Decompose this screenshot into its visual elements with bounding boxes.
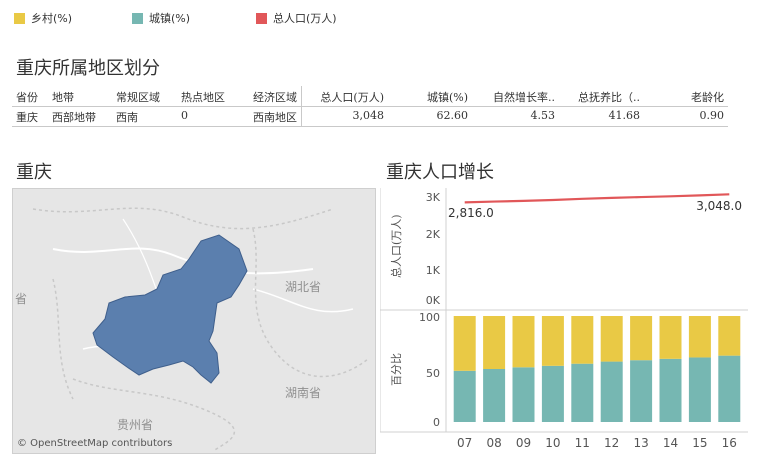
col-header-economic-region[interactable]: 经济区域 bbox=[253, 89, 297, 105]
bottom-axis-title: 百分比 bbox=[390, 353, 403, 386]
bar-rural-13[interactable] bbox=[630, 316, 653, 361]
cell-growth-rate: 4.53 bbox=[530, 109, 556, 122]
data-label-last: 3,048.0 bbox=[696, 199, 742, 213]
bar-rural-11[interactable] bbox=[571, 316, 594, 364]
cell-hotspot: 0 bbox=[181, 109, 188, 122]
bar-urban-14[interactable] bbox=[659, 358, 682, 422]
legend-item-rural[interactable]: 乡村(%) bbox=[14, 10, 72, 26]
legend-item-urban[interactable]: 城镇(%) bbox=[132, 10, 190, 26]
cell-dependency-ratio: 41.68 bbox=[608, 109, 641, 122]
top-tick-label: 1K bbox=[426, 264, 441, 277]
map-canvas[interactable]: 湖北省 湖南省 贵州省 省 © OpenStreetMap contributo… bbox=[13, 189, 375, 453]
top-tick-label: 0K bbox=[426, 294, 441, 307]
map-title: 重庆 bbox=[16, 162, 52, 183]
data-label-first: 2,816.0 bbox=[448, 206, 494, 220]
bar-rural-16[interactable] bbox=[718, 316, 741, 356]
legend-swatch-population bbox=[256, 12, 267, 24]
x-tick-label-15: 15 bbox=[692, 436, 707, 450]
region-table: 省份 地带 常规区域 热点地区 经济区域 总人口(万人) 城镇(%) 自然增长率… bbox=[12, 86, 728, 127]
legend-swatch-urban bbox=[132, 12, 143, 24]
top-axis-title: 总人口(万人) bbox=[389, 214, 403, 278]
map-panel[interactable]: 湖北省 湖南省 贵州省 省 © OpenStreetMap contributo… bbox=[12, 188, 376, 454]
bar-rural-10[interactable] bbox=[541, 316, 564, 366]
map-label-hunan: 湖南省 bbox=[285, 385, 321, 400]
cell-economic-region: 西南地区 bbox=[253, 111, 297, 124]
chart-canvas[interactable]: 总人口(万人) 百分比 3K 2K 1K 0K 100 50 0 07 08 09 1… bbox=[379, 188, 748, 463]
col-header-aging[interactable]: 老龄化 bbox=[652, 89, 724, 105]
population-line bbox=[464, 193, 730, 204]
col-header-province[interactable]: 省份 bbox=[16, 89, 38, 105]
section-title: 重庆所属地区划分 bbox=[16, 58, 160, 79]
cell-urban: 62.60 bbox=[436, 109, 469, 122]
bar-urban-13[interactable] bbox=[630, 360, 653, 422]
col-header-growth-rate[interactable]: 自然增长率.. bbox=[480, 89, 555, 105]
cell-region: 西南 bbox=[116, 111, 138, 124]
x-tick-label-07: 07 bbox=[457, 436, 472, 450]
stacked-bars bbox=[453, 316, 741, 422]
cell-aging: 0.90 bbox=[699, 109, 725, 122]
bottom-tick-label: 0 bbox=[433, 416, 440, 429]
population-line-path[interactable] bbox=[464, 193, 730, 204]
bar-rural-15[interactable] bbox=[688, 316, 711, 358]
top-tick-label: 3K bbox=[426, 191, 441, 204]
top-tick-label: 2K bbox=[426, 228, 441, 241]
bar-rural-14[interactable] bbox=[659, 316, 682, 359]
bottom-tick-label: 50 bbox=[426, 367, 440, 380]
col-header-zone[interactable]: 地带 bbox=[52, 89, 74, 105]
table-header: 省份 地带 常规区域 热点地区 经济区域 总人口(万人) 城镇(%) 自然增长率… bbox=[12, 86, 728, 107]
legend-label-urban: 城镇(%) bbox=[149, 12, 191, 25]
col-header-hotspot[interactable]: 热点地区 bbox=[181, 89, 225, 105]
col-header-population[interactable]: 总人口(万人) bbox=[304, 89, 384, 105]
legend-swatch-rural bbox=[14, 12, 25, 24]
cell-population: 3,048 bbox=[352, 109, 385, 122]
x-tick-label-13: 13 bbox=[633, 436, 648, 450]
chart-title: 重庆人口增长 bbox=[386, 162, 494, 183]
population-chart[interactable]: 总人口(万人) 百分比 3K 2K 1K 0K 100 50 0 07 08 09 1… bbox=[379, 188, 748, 463]
bar-urban-15[interactable] bbox=[688, 357, 711, 422]
x-tick-label-09: 09 bbox=[516, 436, 531, 450]
x-tick-label-11: 11 bbox=[575, 436, 590, 450]
legend-item-population[interactable]: 总人口(万人) bbox=[256, 10, 337, 26]
x-tick-label-08: 08 bbox=[486, 436, 501, 450]
bar-urban-08[interactable] bbox=[483, 369, 506, 422]
cell-zone: 西部地带 bbox=[52, 111, 96, 124]
bar-urban-07[interactable] bbox=[453, 370, 476, 422]
col-header-dependency-ratio[interactable]: 总抚养比（.. bbox=[567, 89, 640, 105]
bar-rural-07[interactable] bbox=[453, 316, 476, 371]
x-axis-labels: 07 08 09 10 11 12 13 14 15 16 bbox=[457, 436, 737, 450]
table-divider bbox=[301, 86, 302, 126]
bar-urban-09[interactable] bbox=[512, 367, 535, 422]
bar-rural-12[interactable] bbox=[600, 316, 623, 362]
map-label-guizhou: 贵州省 bbox=[117, 418, 153, 432]
x-tick-label-14: 14 bbox=[663, 436, 678, 450]
col-header-region[interactable]: 常规区域 bbox=[116, 89, 160, 105]
bar-urban-12[interactable] bbox=[600, 361, 623, 422]
cell-province: 重庆 bbox=[16, 111, 38, 124]
map-attribution[interactable]: © OpenStreetMap contributors bbox=[17, 438, 172, 449]
map-label-hubei: 湖北省 bbox=[285, 279, 321, 294]
bottom-tick-label: 100 bbox=[419, 311, 440, 324]
legend-label-population: 总人口(万人) bbox=[273, 12, 337, 25]
bar-urban-11[interactable] bbox=[571, 363, 594, 422]
bar-rural-08[interactable] bbox=[483, 316, 506, 369]
legend-label-rural: 乡村(%) bbox=[31, 12, 73, 25]
x-tick-label-16: 16 bbox=[722, 436, 737, 450]
bar-urban-16[interactable] bbox=[718, 355, 741, 422]
x-tick-label-12: 12 bbox=[604, 436, 619, 450]
bar-rural-09[interactable] bbox=[512, 316, 535, 368]
x-tick-label-10: 10 bbox=[545, 436, 560, 450]
map-label-left-province: 省 bbox=[15, 292, 27, 306]
col-header-urban[interactable]: 城镇(%) bbox=[402, 89, 468, 105]
table-row[interactable]: 重庆 西部地带 西南 0 西南地区 3,048 62.60 4.53 41.68… bbox=[12, 106, 728, 127]
bar-urban-10[interactable] bbox=[541, 365, 564, 422]
